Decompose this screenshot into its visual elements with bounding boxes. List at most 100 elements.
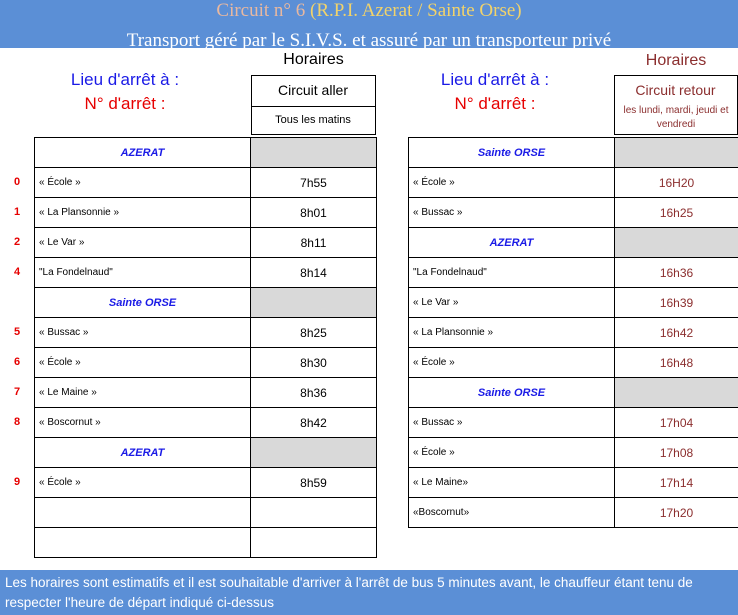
table-row: "La Fondelnaud" 8h14 xyxy=(34,257,377,288)
stop-name: "La Fondelnaud" xyxy=(408,257,615,288)
page-title: Circuit n° 6 (R.P.I. Azerat / Sainte Ors… xyxy=(0,0,738,22)
horaires-header-aller: Horaires xyxy=(283,51,344,68)
title-route: (R.P.I. Azerat / Sainte Orse) xyxy=(310,0,522,21)
stop-time: 16H20 xyxy=(614,167,738,198)
stop-name: « École » xyxy=(34,347,251,378)
stop-number: 0 xyxy=(13,176,21,188)
stop-time: 8h25 xyxy=(250,317,377,348)
stop-time: 8h30 xyxy=(250,347,377,378)
stop-time: 17h04 xyxy=(614,407,738,438)
table-row: « École » 8h59 xyxy=(34,467,377,498)
stop-name: « Boscornut » xyxy=(34,407,251,438)
table-row: « École » 16h48 xyxy=(408,347,738,378)
table-row: « Bussac » 17h04 xyxy=(408,407,738,438)
section-name: Sainte ORSE xyxy=(34,287,251,318)
stop-number: 8 xyxy=(13,416,21,428)
stop-name: « Le Maine» xyxy=(408,467,615,498)
section-row: Sainte ORSE xyxy=(34,287,377,318)
footer-note: Les horaires sont estimatifs et il est s… xyxy=(0,570,738,615)
stop-time: 7h55 xyxy=(250,167,377,198)
lieu-label-aller: Lieu d'arrêt à : xyxy=(70,70,180,89)
stop-name xyxy=(34,527,251,558)
stop-number: 7 xyxy=(13,386,21,398)
stop-time: 8h01 xyxy=(250,197,377,228)
stop-time: 8h59 xyxy=(250,467,377,498)
stop-time: 16h48 xyxy=(614,347,738,378)
section-name: AZERAT xyxy=(408,227,615,258)
stop-name: « Le Var » xyxy=(408,287,615,318)
section-row: AZERAT xyxy=(408,227,738,258)
numero-label-retour: N° d'arrêt : xyxy=(454,94,536,113)
stop-time: 16h39 xyxy=(614,287,738,318)
table-row: « Le Maine» 17h14 xyxy=(408,467,738,498)
stop-number: 2 xyxy=(13,236,21,248)
stop-time: 8h11 xyxy=(250,227,377,258)
circuit-retour-label: Circuit retour xyxy=(635,82,716,98)
frequency-aller: Tous les matins xyxy=(275,114,351,126)
frequency-retour: les lundi, mardi, jeudi et vendredi xyxy=(623,105,729,130)
stop-name xyxy=(34,497,251,528)
stop-time: 8h36 xyxy=(250,377,377,408)
table-row: « La Plansonnie » 16h42 xyxy=(408,317,738,348)
title-prefix: Circuit n° 6 xyxy=(216,0,306,21)
stop-name: « Le Maine » xyxy=(34,377,251,408)
section-time-cell xyxy=(614,137,738,168)
section-name: Sainte ORSE xyxy=(408,137,615,168)
stop-name: « École » xyxy=(34,167,251,198)
section-time-cell xyxy=(250,287,377,318)
table-row: « Le Var » 16h39 xyxy=(408,287,738,318)
stop-time xyxy=(250,497,377,528)
table-row: « La Plansonnie » 8h01 xyxy=(34,197,377,228)
table-row: «Boscornut» 17h20 xyxy=(408,497,738,528)
table-row: « École » 16H20 xyxy=(408,167,738,198)
retour-table: Sainte ORSE « École » 16H20 « Bussac » 16h25… xyxy=(408,137,738,528)
section-time-cell xyxy=(250,437,377,468)
stop-number: 4 xyxy=(13,266,21,278)
stop-name: « Bussac » xyxy=(34,317,251,348)
section-time-cell xyxy=(614,227,738,258)
table-row: « École » 8h30 xyxy=(34,347,377,378)
stop-name: « Bussac » xyxy=(408,407,615,438)
stop-name: « École » xyxy=(34,467,251,498)
stop-time: 8h14 xyxy=(250,257,377,288)
stop-name: « École » xyxy=(408,347,615,378)
stop-name: « Bussac » xyxy=(408,197,615,228)
table-row: « Bussac » 16h25 xyxy=(408,197,738,228)
section-row: Sainte ORSE xyxy=(408,377,738,408)
table-row xyxy=(34,527,377,558)
table-row: « École » 7h55 xyxy=(34,167,377,198)
table-row: « Le Maine » 8h36 xyxy=(34,377,377,408)
stop-time xyxy=(250,527,377,558)
stop-time: 16h25 xyxy=(614,197,738,228)
stop-time: 8h42 xyxy=(250,407,377,438)
stop-number: 5 xyxy=(13,326,21,338)
table-row: « Le Var » 8h11 xyxy=(34,227,377,258)
header-banner: Circuit n° 6 (R.P.I. Azerat / Sainte Ors… xyxy=(0,0,738,48)
numero-label-aller: N° d'arrêt : xyxy=(84,94,166,113)
stop-number: 1 xyxy=(13,206,21,218)
stop-name: « La Plansonnie » xyxy=(408,317,615,348)
stop-time: 16h42 xyxy=(614,317,738,348)
stop-name: « La Plansonnie » xyxy=(34,197,251,228)
table-row: « Boscornut » 8h42 xyxy=(34,407,377,438)
section-row: AZERAT xyxy=(34,137,377,168)
stop-number: 6 xyxy=(13,356,21,368)
section-time-cell xyxy=(250,137,377,168)
stop-time: 17h08 xyxy=(614,437,738,468)
stop-number: 9 xyxy=(13,476,21,488)
page-subtitle: Transport géré par le S.I.V.S. et assuré… xyxy=(126,30,612,48)
stop-name: « École » xyxy=(408,437,615,468)
section-row: Sainte ORSE xyxy=(408,137,738,168)
stop-time: 16h36 xyxy=(614,257,738,288)
table-row: « École » 17h08 xyxy=(408,437,738,468)
table-row xyxy=(34,497,377,528)
horaires-header-retour: Horaires xyxy=(645,52,707,69)
stop-time: 17h14 xyxy=(614,467,738,498)
aller-header-box: Circuit aller Tous les matins xyxy=(251,75,376,135)
stop-name: «Boscornut» xyxy=(408,497,615,528)
lieu-label-retour: Lieu d'arrêt à : xyxy=(440,70,550,89)
section-name: AZERAT xyxy=(34,137,251,168)
section-name: AZERAT xyxy=(34,437,251,468)
table-row: "La Fondelnaud" 16h36 xyxy=(408,257,738,288)
table-row: « Bussac » 8h25 xyxy=(34,317,377,348)
